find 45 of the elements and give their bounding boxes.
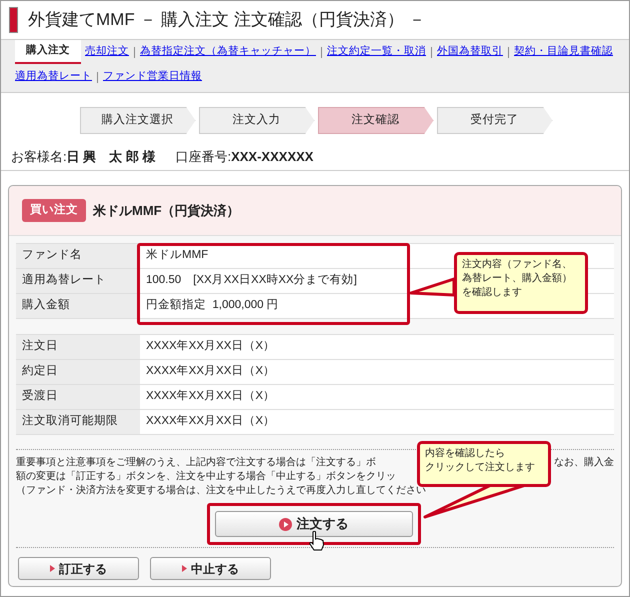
nav-link[interactable]: ファンド営業日情報 — [103, 69, 202, 85]
row-label: ファンド名 — [16, 244, 140, 268]
triangle-icon — [50, 565, 55, 572]
nav-link[interactable]: 注文約定一覧・取消 — [327, 44, 426, 60]
account-number: XXX-XXXXXX — [231, 148, 314, 166]
order-title: 米ドルMMF（円貨決済） — [93, 202, 240, 220]
notice-text: 額の変更は「訂正する」ボタンを、注文を中止する場合「中止する」ボタンをクリッ — [16, 470, 396, 484]
nav-link[interactable]: 外国為替取引 — [437, 44, 503, 60]
step-indicator: 注文確認 — [318, 107, 434, 134]
row-label: 約定日 — [16, 360, 140, 384]
order-button[interactable]: 注文する — [214, 511, 412, 537]
callout-text: 為替レート、購入金額） — [462, 272, 573, 286]
nav-link[interactable]: 契約・目論見書確認 — [514, 44, 613, 60]
step-indicator: 購入注文選択 — [80, 107, 196, 134]
title-accent-bar — [9, 7, 18, 33]
triangle-icon — [182, 565, 187, 572]
row-value: XXXX年XX月XX日（X） — [140, 410, 614, 434]
row-value: XXXX年XX月XX日（X） — [140, 335, 614, 359]
hand-cursor-icon — [309, 531, 325, 551]
row-value: XXXX年XX月XX日（X） — [140, 360, 614, 384]
play-icon — [278, 518, 292, 530]
notice-text: 重要事項と注意事項をご理解のうえ、上記内容で注文する場合は「注文する」ボ — [16, 456, 376, 470]
callout-text: 内容を確認したら — [425, 447, 506, 461]
notice-text: （ファンド・決済方法を変更する場合は、注文を中止したうえで再度入力し直してください — [16, 484, 426, 498]
nav-link[interactable]: 適用為替レート — [15, 69, 92, 85]
row-label: 注文日 — [16, 335, 140, 359]
nav-link[interactable]: 為替指定注文（為替キャッチャー） — [140, 44, 316, 60]
account-label: 口座番号: — [175, 148, 232, 166]
row-value: XXXX年XX月XX日（X） — [140, 385, 614, 409]
step-indicator: 受付完了 — [436, 107, 552, 134]
callout-text: クリックして注文します — [425, 461, 536, 475]
order-badge: 買い注文 — [22, 198, 86, 222]
nav-tab[interactable]: 購入注文 — [15, 40, 81, 64]
row-label: 注文取消可能期限 — [16, 410, 140, 434]
step-indicator: 注文入力 — [198, 107, 314, 134]
action-button[interactable]: 中止する — [150, 557, 271, 580]
row-label: 適用為替レート — [16, 269, 140, 293]
customer-name: 日 興 太 郎 様 — [66, 148, 156, 166]
row-label: 購入金額 — [16, 294, 140, 318]
row-label: 受渡日 — [16, 385, 140, 409]
action-button[interactable]: 訂正する — [18, 557, 139, 580]
page-title: 外貨建てMMF － 購入注文 注文確認（円貨決済） － — [28, 9, 426, 32]
customer-label: お客様名: — [11, 148, 67, 166]
nav-link[interactable]: 売却注文 — [85, 44, 129, 60]
notice-text: なお、購入金 — [554, 456, 614, 470]
